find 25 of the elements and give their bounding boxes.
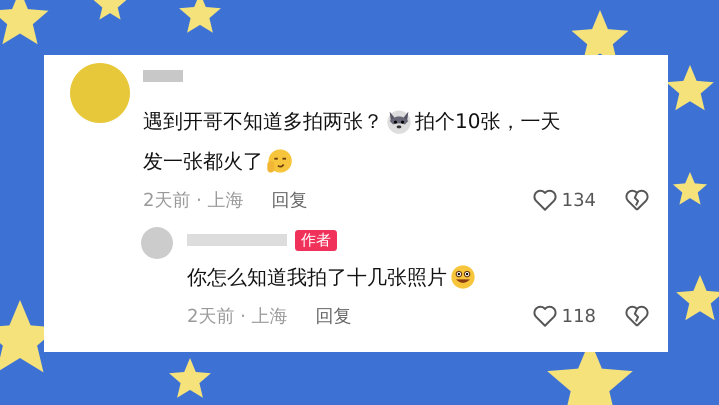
- star-shape: [676, 275, 719, 320]
- star-shape: [169, 358, 211, 398]
- star-shape: [92, 0, 128, 20]
- comment-text: 发一张都火了: [143, 148, 263, 175]
- face-emoji-icon: [265, 147, 293, 175]
- star-shape: [666, 65, 714, 110]
- heart-icon[interactable]: [532, 303, 558, 329]
- like-count: 118: [562, 306, 596, 326]
- reply-link[interactable]: 回复: [316, 304, 352, 328]
- grin-emoji-icon: [449, 263, 477, 291]
- comment-text: 你怎么知道我拍了十几张照片: [187, 264, 447, 291]
- star-shape: [672, 172, 708, 205]
- comment-time-location: 2天前 · 上海: [143, 189, 244, 212]
- comment-text: 遇到开哥不知道多拍两张？: [143, 108, 383, 135]
- like-count: 134: [562, 190, 596, 210]
- author-badge: 作者: [295, 230, 337, 250]
- star-shape: [179, 0, 221, 33]
- broken-heart-icon[interactable]: [624, 303, 650, 329]
- heart-icon[interactable]: [532, 187, 558, 213]
- broken-heart-icon[interactable]: [624, 187, 650, 213]
- blurred-username: [143, 70, 183, 82]
- reply-link[interactable]: 回复: [272, 188, 308, 212]
- star-shape: [0, 0, 48, 44]
- comment-time-location: 2天前 · 上海: [187, 305, 288, 328]
- comment-text: 拍个10张，一天: [415, 108, 560, 135]
